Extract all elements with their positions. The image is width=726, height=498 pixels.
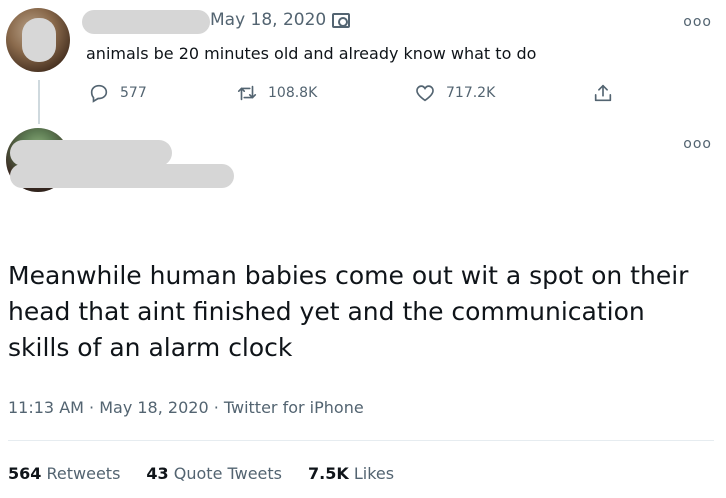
reply-icon [90,84,108,103]
thread-line [38,80,40,124]
share-icon [594,84,612,102]
avatar[interactable] [6,8,70,72]
retweet-icon [237,85,257,101]
tweet-stats: 564 Retweets 43 Quote Tweets 7.5K Likes [8,464,394,483]
tweet-actions: 577 108.8K 717.2K [88,82,618,108]
likes-stat[interactable]: 7.5K Likes [308,464,394,483]
tweet-meta: May 18, 2020 [210,10,351,30]
redacted-username [82,10,210,34]
reply-button[interactable]: 577 [88,82,147,104]
more-icon[interactable]: ooo [683,14,712,30]
share-button[interactable] [592,82,614,104]
like-icon [416,85,434,102]
retweet-count: 108.8K [268,85,318,101]
tweet-text: Meanwhile human babies come out wit a sp… [8,261,689,362]
tweet-timestamp[interactable]: 11:13 AM · May 18, 2020 · Twitter for iP… [8,398,364,417]
divider [8,440,714,441]
like-count: 717.2K [446,85,496,101]
redaction-blur [22,18,56,62]
retweet-button[interactable]: 108.8K [236,82,317,104]
tweet-date[interactable]: May 18, 2020 [210,10,326,30]
camera-icon [332,12,351,28]
more-icon[interactable]: ooo [683,136,712,152]
like-button[interactable]: 717.2K [414,82,495,104]
retweets-stat[interactable]: 564 Retweets [8,464,120,483]
quote-tweets-stat[interactable]: 43 Quote Tweets [146,464,282,483]
tweet-text: animals be 20 minutes old and already kn… [86,44,537,63]
redacted-handle [10,164,234,188]
reply-count: 577 [120,85,147,101]
redacted-display-name [10,140,172,166]
